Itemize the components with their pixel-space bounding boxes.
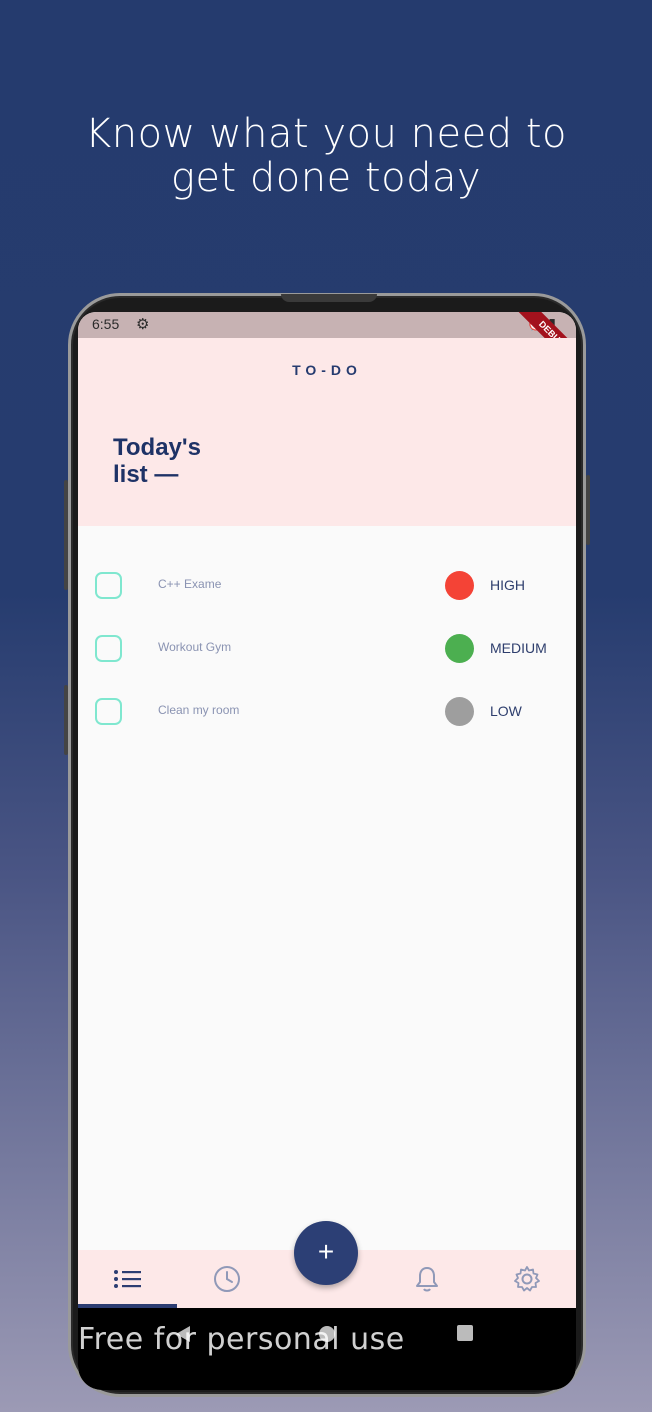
task-checkbox[interactable] [95,635,122,662]
task-row[interactable]: Workout Gym MEDIUM [78,630,576,670]
app-title: TO-DO [292,362,362,378]
task-checkbox[interactable] [95,572,122,599]
priority-label: HIGH [490,577,525,593]
task-title: C++ Exame [158,577,222,591]
clock-icon [213,1266,240,1292]
task-title: Workout Gym [158,640,232,654]
task-checkbox[interactable] [95,698,122,725]
phone-side-button-right [586,475,590,545]
nav-tab-history[interactable] [177,1250,276,1308]
promo-headline: Know what you need to get done today [0,112,652,200]
bell-icon [415,1267,438,1292]
nav-tab-settings[interactable] [477,1250,576,1308]
priority-label: LOW [490,703,522,719]
list-header: Today's list — [78,400,576,526]
list-title: Today's list — [113,434,273,488]
task-row[interactable]: C++ Exame HIGH [78,567,576,607]
nav-tab-notifications[interactable] [377,1250,476,1308]
status-time: 6:55 [92,316,120,332]
gear-icon [513,1266,540,1292]
headline-line-2: get done today [170,155,482,201]
android-navigation-bar: Free for personal use [78,1308,576,1390]
priority-label: MEDIUM [490,640,547,656]
phone-side-button-left-2 [64,685,68,755]
list-title-line-2: list — [113,461,179,488]
add-task-button[interactable]: + [294,1221,358,1285]
nav-tab-list[interactable] [78,1250,177,1308]
list-icon [113,1270,141,1288]
settings-status-icon: ⚙ [136,316,150,333]
priority-dot-high [445,571,474,600]
priority-dot-low [445,697,474,726]
phone-screen: 6:55 ⚙ ⏰ ▮ DEBUG TO-DO Today's list — C+… [78,312,576,1390]
phone-side-button-left-1 [64,480,68,590]
app-bar: TO-DO [78,338,576,400]
headline-line-1: Know what you need to [84,111,567,157]
task-title: Clean my room [158,703,240,717]
task-row[interactable]: Clean my room LOW [78,693,576,733]
watermark-text: Free for personal use [78,1322,405,1357]
priority-dot-medium [445,634,474,663]
list-title-line-1: Today's [113,434,201,461]
status-bar: 6:55 ⚙ ⏰ ▮ [78,312,576,338]
phone-speaker [281,294,377,302]
